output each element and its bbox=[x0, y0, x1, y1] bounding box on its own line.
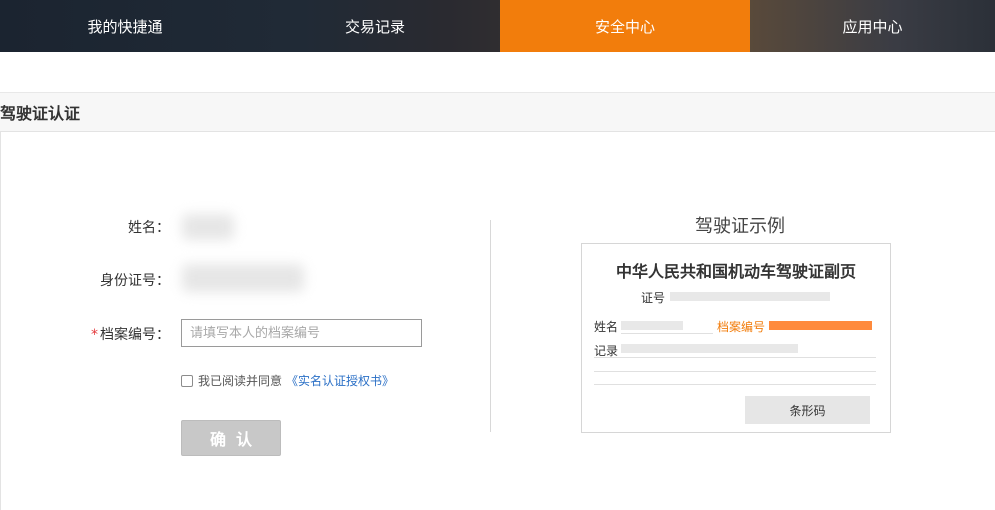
id-number-value-blurred bbox=[182, 264, 304, 292]
tab-app-center[interactable]: 应用中心 bbox=[750, 0, 995, 52]
agreement-row: 我已阅读并同意 《实名认证授权书》 bbox=[181, 372, 394, 389]
license-id-bar bbox=[670, 292, 830, 301]
required-asterisk: * bbox=[91, 327, 98, 343]
name-label: 姓名： bbox=[128, 220, 170, 236]
license-line-2 bbox=[594, 371, 876, 372]
id-number-label: 身份证号： bbox=[100, 273, 170, 289]
tab-security-center[interactable]: 安全中心 bbox=[500, 0, 750, 52]
license-line-1 bbox=[594, 357, 876, 358]
tab-transaction-records[interactable]: 交易记录 bbox=[250, 0, 500, 52]
tab-my-shortcut[interactable]: 我的快捷通 bbox=[0, 0, 250, 52]
authorization-link[interactable]: 《实名认证授权书》 bbox=[286, 372, 394, 389]
license-barcode: 条形码 bbox=[745, 396, 870, 424]
name-value-blurred bbox=[182, 214, 234, 240]
agreement-text: 我已阅读并同意 bbox=[198, 374, 283, 388]
license-field-id: 证号 bbox=[641, 291, 666, 305]
file-number-label-text: 档案编号： bbox=[100, 327, 170, 343]
file-number-input[interactable] bbox=[181, 319, 422, 347]
license-sample-card: 中华人民共和国机动车驾驶证副页 证号 姓名 档案编号 记录 条形码 bbox=[581, 243, 891, 433]
agreement-checkbox[interactable] bbox=[181, 374, 193, 387]
license-file-number-bar bbox=[769, 321, 872, 330]
license-line-3 bbox=[594, 384, 876, 385]
license-record-bar bbox=[621, 344, 798, 353]
license-field-name: 姓名 bbox=[594, 320, 619, 334]
file-number-label: * 档案编号： bbox=[0, 324, 170, 344]
top-navigation: 我的快捷通 交易记录 安全中心 应用中心 bbox=[0, 0, 995, 52]
sample-title: 驾驶证示例 bbox=[695, 216, 785, 237]
vertical-divider bbox=[490, 220, 491, 432]
license-title: 中华人民共和国机动车驾驶证副页 bbox=[615, 262, 856, 281]
confirm-button[interactable]: 确认 bbox=[181, 420, 281, 456]
section-header: 驾驶证认证 bbox=[0, 92, 995, 132]
license-field-file-number: 档案编号 bbox=[717, 320, 766, 334]
license-name-underline bbox=[621, 333, 713, 334]
page-title: 驾驶证认证 bbox=[0, 104, 81, 123]
license-name-bar bbox=[621, 321, 683, 330]
